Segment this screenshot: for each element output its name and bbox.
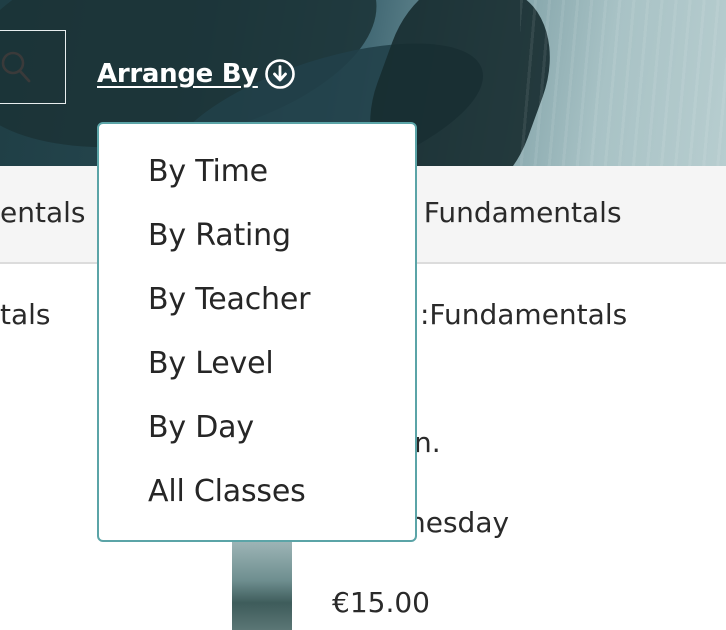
- option-all-classes[interactable]: All Classes: [148, 474, 306, 509]
- arrange-by-dropdown: By Time By Rating By Teacher By Level By…: [97, 122, 417, 542]
- search-icon: [1, 51, 31, 83]
- arrange-by-label: Arrange By: [97, 59, 258, 89]
- option-by-level[interactable]: By Level: [148, 346, 274, 381]
- option-by-time[interactable]: By Time: [148, 154, 268, 189]
- arrange-by-button[interactable]: Arrange By: [97, 58, 296, 90]
- option-by-teacher[interactable]: By Teacher: [148, 282, 310, 317]
- class-price: €15.00: [332, 586, 430, 619]
- tab-left-partial[interactable]: entals: [0, 196, 92, 229]
- tab-right-partial[interactable]: w Fundamentals: [392, 196, 622, 229]
- option-by-rating[interactable]: By Rating: [148, 218, 291, 253]
- class-thumbnail[interactable]: [232, 540, 292, 630]
- class-title-left: tals: [0, 298, 51, 331]
- search-button[interactable]: [0, 30, 66, 104]
- hero-background-haze: [520, 0, 726, 166]
- option-by-day[interactable]: By Day: [148, 410, 254, 445]
- class-title-right: :Fundamentals: [420, 298, 628, 331]
- circle-arrow-down-icon: [265, 59, 295, 89]
- class-detail-text: n.: [414, 426, 441, 459]
- class-day-text: nesday: [408, 506, 510, 539]
